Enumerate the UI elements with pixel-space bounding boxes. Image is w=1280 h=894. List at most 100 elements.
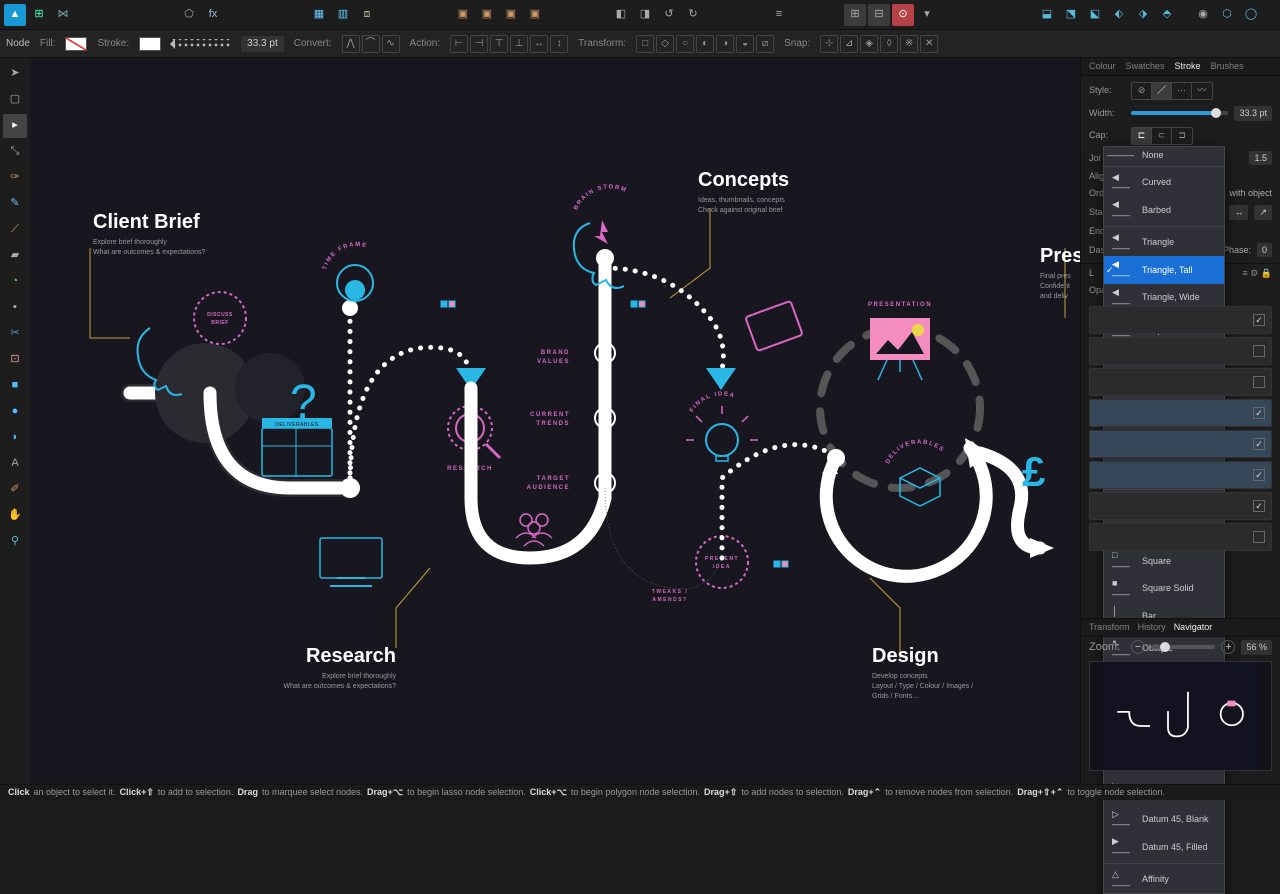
tab-transform[interactable]: Transform (1089, 621, 1130, 634)
action-3-icon[interactable]: ⊤ (490, 35, 508, 53)
rounded-tool-icon[interactable]: ◗ (3, 426, 27, 450)
style-none-icon[interactable]: ⊘ (1132, 83, 1152, 99)
transform-4-icon[interactable]: ◐ (696, 35, 714, 53)
phase-value[interactable]: 0 (1257, 243, 1272, 258)
zoom-out-icon[interactable]: − (1131, 640, 1145, 654)
snap-b4-icon[interactable]: ◊ (880, 35, 898, 53)
fill-swatch[interactable] (65, 37, 87, 51)
artboard-tool-icon[interactable]: ▢ (3, 88, 27, 112)
layer-row[interactable] (1089, 337, 1272, 365)
flip-v-icon[interactable]: ◨ (634, 4, 656, 26)
tab-stroke[interactable]: Stroke (1175, 60, 1201, 73)
arrowhead-option[interactable]: ✓◀——Barbed (1104, 196, 1224, 224)
transform-5-icon[interactable]: ◑ (716, 35, 734, 53)
rectangle-tool-icon[interactable]: ■ (3, 374, 27, 398)
arrange-2-icon[interactable]: ▣ (476, 4, 498, 26)
pencil-tool-icon[interactable]: ✎ (3, 192, 27, 216)
cap-square-icon[interactable]: ⊐ (1172, 128, 1192, 144)
link-icon[interactable]: ⋈ (52, 4, 74, 26)
cap-round-icon[interactable]: ⊂ (1152, 128, 1172, 144)
tab-swatches[interactable]: Swatches (1126, 60, 1165, 73)
zoom-in-icon[interactable]: + (1221, 640, 1235, 654)
visibility-checkbox[interactable] (1253, 500, 1265, 512)
style-brush-icon[interactable]: 〰 (1192, 83, 1212, 99)
arrowhead-option[interactable]: ✓▶——Datum 45, Filled (1104, 833, 1224, 861)
visibility-checkbox[interactable] (1253, 314, 1265, 326)
rotate-r-icon[interactable]: ↻ (682, 4, 704, 26)
snap-magnet-icon[interactable]: ⊙ (892, 4, 914, 26)
snap-b2-icon[interactable]: ⊿ (840, 35, 858, 53)
start-prop-icon[interactable]: ↗ (1254, 205, 1272, 220)
node-tool-icon[interactable]: ▸ (3, 114, 27, 138)
op-div-icon[interactable]: ⬗ (1132, 4, 1154, 26)
start-swap-icon[interactable]: ↔ (1229, 205, 1248, 220)
corner-tool-icon[interactable]: ⤡ (3, 140, 27, 164)
layer-row[interactable] (1089, 306, 1272, 334)
convert-sharp-icon[interactable]: ⋀ (342, 35, 360, 53)
convert-smart-icon[interactable]: ∿ (382, 35, 400, 53)
transform-6-icon[interactable]: ◒ (736, 35, 754, 53)
arrowhead-option[interactable]: ✓◀——Curved (1104, 169, 1224, 197)
polygon-icon[interactable]: ⬠ (178, 4, 200, 26)
hand-tool-icon[interactable]: ✋ (3, 504, 27, 528)
ellipse-tool-icon[interactable]: ● (3, 400, 27, 424)
arrowhead-option[interactable]: ✓———None (1104, 147, 1224, 164)
gradient-tool-icon[interactable]: ◔ (3, 270, 27, 294)
width-value[interactable]: 33.3 pt (1234, 106, 1272, 121)
zoom-value[interactable]: 56 % (1241, 640, 1272, 655)
align-grid-icon[interactable]: ▦ (308, 4, 330, 26)
pen-tool-icon[interactable]: ✑ (3, 166, 27, 190)
action-1-icon[interactable]: ⊢ (450, 35, 468, 53)
hexagon-icon[interactable]: ⬡ (1216, 4, 1238, 26)
crop-tool-icon[interactable]: ✂ (3, 322, 27, 346)
action-5-icon[interactable]: ↔ (530, 35, 548, 53)
action-4-icon[interactable]: ⊥ (510, 35, 528, 53)
style-solid-icon[interactable]: ／ (1152, 83, 1172, 99)
action-2-icon[interactable]: ⊣ (470, 35, 488, 53)
op-int-icon[interactable]: ⬕ (1084, 4, 1106, 26)
zoom-tool-icon[interactable]: ⚲ (3, 530, 27, 554)
arrowhead-option[interactable]: ✓◀——Triangle (1104, 229, 1224, 257)
arrowhead-option[interactable]: ✓◀——Triangle, Tall (1104, 256, 1224, 284)
op-add-icon[interactable]: ⬓ (1036, 4, 1058, 26)
layer-row[interactable] (1089, 492, 1272, 520)
fx-icon[interactable]: fx (202, 4, 224, 26)
zoom-slider[interactable] (1151, 645, 1215, 649)
arrowhead-option[interactable]: ✓△——Affinity (1104, 866, 1224, 894)
app-logo[interactable]: ▲ (4, 4, 26, 26)
bounds-icon[interactable]: ⧈ (356, 4, 378, 26)
layer-row[interactable] (1089, 461, 1272, 489)
snap-b6-icon[interactable]: ✕ (920, 35, 938, 53)
stroke-width-input[interactable]: 33.3 pt (241, 36, 284, 52)
rotate-l-icon[interactable]: ↺ (658, 4, 680, 26)
flip-h-icon[interactable]: ◧ (610, 4, 632, 26)
arrowhead-option[interactable]: ✓■——Square Solid (1104, 575, 1224, 603)
tab-history[interactable]: History (1138, 621, 1166, 634)
arrowhead-option[interactable]: ✓▷——Datum 45, Blank (1104, 806, 1224, 834)
align-col-icon[interactable]: ▥ (332, 4, 354, 26)
visibility-checkbox[interactable] (1253, 345, 1265, 357)
place-tool-icon[interactable]: ⊡ (3, 348, 27, 372)
transform-2-icon[interactable]: ◇ (656, 35, 674, 53)
visibility-checkbox[interactable] (1253, 531, 1265, 543)
snap-2-icon[interactable]: ⊟ (868, 4, 890, 26)
arrange-3-icon[interactable]: ▣ (500, 4, 522, 26)
layer-row[interactable] (1089, 368, 1272, 396)
cap-butt-icon[interactable]: ⊏ (1132, 128, 1152, 144)
op-sub-icon[interactable]: ⬔ (1060, 4, 1082, 26)
eyedropper-tool-icon[interactable]: ✐ (3, 478, 27, 502)
visibility-checkbox[interactable] (1253, 407, 1265, 419)
layer-row[interactable] (1089, 523, 1272, 551)
tab-colour[interactable]: Colour (1089, 60, 1116, 73)
fill-tool-icon[interactable]: ▰ (3, 244, 27, 268)
move-tool-icon[interactable]: ➤ (3, 62, 27, 86)
snap-opts-icon[interactable]: ▾ (916, 4, 938, 26)
layer-row[interactable] (1089, 430, 1272, 458)
layer-row[interactable] (1089, 399, 1272, 427)
miter-value[interactable]: 1.5 (1249, 151, 1272, 166)
snap-b5-icon[interactable]: ※ (900, 35, 918, 53)
arrange-1-icon[interactable]: ▣ (452, 4, 474, 26)
grid-icon[interactable]: ⊞ (28, 4, 50, 26)
text-tool-icon[interactable]: A (3, 452, 27, 476)
visibility-checkbox[interactable] (1253, 469, 1265, 481)
